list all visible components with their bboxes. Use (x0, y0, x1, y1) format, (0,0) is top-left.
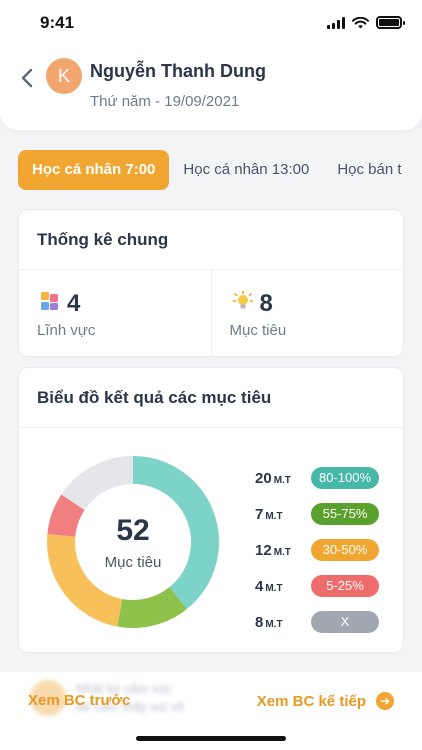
legend-count: 4 M.T (255, 577, 283, 595)
legend-pill: 5-25% (311, 575, 379, 597)
legend-row: 20 M.T 80-100% (255, 460, 379, 496)
next-report-label: Xem BC kế tiếp (256, 692, 366, 710)
wifi-icon (352, 16, 369, 28)
legend-pill: 30-50% (311, 539, 379, 561)
summary-card: Thống kê chung 4 Lĩnh vực 8 Mục tiêu (18, 209, 404, 357)
legend: 20 M.T 80-100% 7 M.T 55-75% 12 M.T 30-50% 4… (255, 460, 379, 640)
blocks-icon (41, 292, 58, 310)
legend-pill: X (311, 611, 379, 633)
legend-row: 8 M.T X (255, 604, 379, 640)
legend-pill: 80-100% (311, 467, 379, 489)
legend-count: 12 M.T (255, 541, 291, 559)
results-title: Biểu đồ kết quả các mục tiêu (19, 368, 403, 428)
tab-session-3[interactable]: Học bán t (323, 150, 415, 190)
total-goals: 52 (116, 513, 150, 547)
lightbulb-icon (232, 290, 253, 309)
battery-icon (376, 16, 405, 29)
fields-count: 4 (67, 290, 81, 317)
back-arrow-icon[interactable] (18, 66, 38, 90)
goals-stat: 8 Mục tiêu (210, 270, 404, 356)
summary-title: Thống kê chung (19, 210, 403, 270)
results-card: Biểu đồ kết quả các mục tiêu 52 Mục tiêu… (18, 367, 404, 653)
legend-count: 8 M.T (255, 613, 283, 631)
fields-stat: 4 Lĩnh vực (19, 270, 211, 356)
donut-center: 52 Mục tiêu (45, 454, 221, 630)
tab-session-2[interactable]: Học cá nhân 13:00 (169, 150, 323, 190)
goals-count: 8 (259, 290, 273, 317)
fields-label: Lĩnh vực (37, 322, 96, 339)
avatar: K (46, 58, 82, 94)
total-goals-label: Mục tiêu (104, 553, 162, 571)
legend-row: 12 M.T 30-50% (255, 532, 379, 568)
donut-chart: 52 Mục tiêu (45, 454, 221, 630)
header: K Nguyễn Thanh Dung Thứ năm - 19/09/2021 (0, 44, 422, 130)
tab-session-1[interactable]: Học cá nhân 7:00 (18, 150, 170, 190)
next-report-button[interactable]: Xem BC kế tiếp ➔ (257, 692, 394, 710)
legend-count: 20 M.T (255, 469, 291, 487)
status-icons (327, 16, 405, 29)
legend-row: 4 M.T 5-25% (255, 568, 379, 604)
goals-label: Mục tiêu (229, 322, 287, 339)
session-tabs: Học cá nhân 7:00 Học cá nhân 13:00 Học b… (18, 150, 422, 190)
student-name: Nguyễn Thanh Dung (90, 61, 266, 81)
arrow-right-icon: ➔ (376, 692, 394, 710)
home-indicator (136, 736, 286, 741)
status-time: 9:41 (40, 13, 75, 32)
legend-pill: 55-75% (311, 503, 379, 525)
signal-icon (327, 16, 345, 29)
status-bar: 9:41 (0, 0, 422, 44)
legend-count: 7 M.T (255, 505, 283, 523)
report-date: Thứ năm - 19/09/2021 (90, 93, 240, 110)
prev-report-button[interactable]: Xem BC trước (28, 692, 130, 709)
legend-row: 7 M.T 55-75% (255, 496, 379, 532)
